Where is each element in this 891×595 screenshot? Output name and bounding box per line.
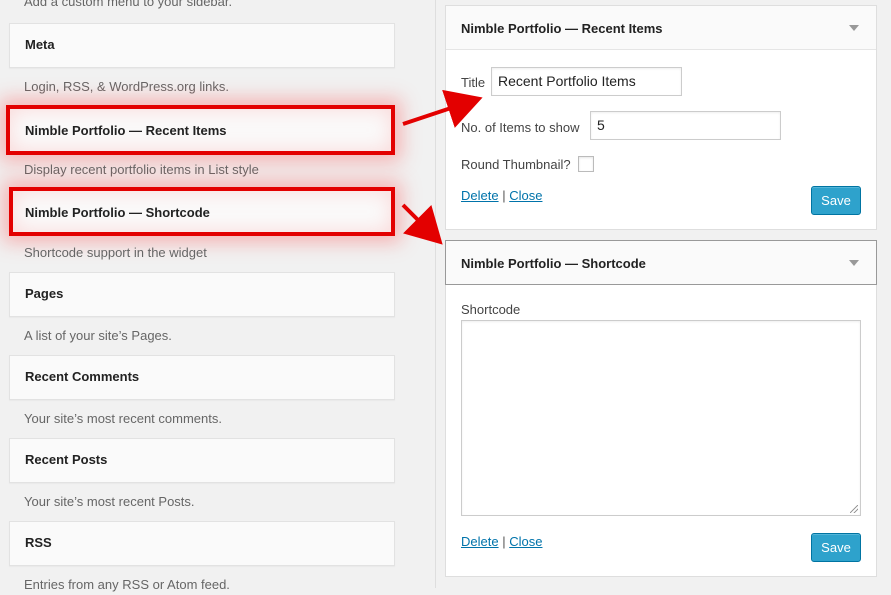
widget-title: Meta [25,37,55,52]
widget-title: RSS [25,535,52,550]
available-widget-recent-posts[interactable]: Recent Posts [9,438,395,483]
widget-description: Your site’s most recent Posts. [24,494,195,509]
round-thumbnail-label: Round Thumbnail? [461,157,571,172]
widget-description: Shortcode support in the widget [24,245,207,260]
menu-widget-description: Add a custom menu to your sidebar. [24,0,233,9]
widget-header[interactable]: Nimble Portfolio — Shortcode [445,240,877,285]
delete-link[interactable]: Delete [461,188,499,203]
widget-title: Nimble Portfolio — Recent Items [25,123,227,138]
title-input[interactable]: Recent Portfolio Items [491,67,682,96]
close-link[interactable]: Close [509,188,542,203]
available-widget-recent-comments[interactable]: Recent Comments [9,355,395,400]
delete-link[interactable]: Delete [461,534,499,549]
sidebar-widget-shortcode: Nimble Portfolio — Shortcode Shortcode D… [445,240,877,577]
widget-description: Entries from any RSS or Atom feed. [24,577,230,592]
available-widget-recent-items[interactable]: Nimble Portfolio — Recent Items [6,105,395,155]
widget-description: A list of your site’s Pages. [24,328,172,343]
save-button[interactable]: Save [811,533,861,562]
resize-handle-icon[interactable] [850,505,858,513]
widget-title: Nimble Portfolio — Shortcode [25,205,210,220]
widget-control-links: Delete | Close [461,188,542,203]
sidebar-widget-recent-items: Nimble Portfolio — Recent Items Title Re… [445,5,877,230]
link-separator: | [502,534,506,549]
shortcode-textarea[interactable] [461,320,861,516]
widget-description: Display recent portfolio items in List s… [24,162,259,177]
round-thumbnail-checkbox[interactable] [578,156,594,172]
collapse-arrow-icon[interactable] [849,25,859,31]
widget-header[interactable]: Nimble Portfolio — Recent Items [446,6,876,50]
widget-description: Login, RSS, & WordPress.org links. [24,79,229,94]
available-widget-pages[interactable]: Pages [9,272,395,317]
widget-title: Pages [25,286,64,301]
available-widget-meta[interactable]: Meta [9,23,395,68]
items-count-label: No. of Items to show [461,120,580,135]
widget-control-links: Delete | Close [461,534,542,549]
close-link[interactable]: Close [509,534,542,549]
widget-description: Your site’s most recent comments. [24,411,222,426]
widget-title: Recent Comments [25,369,140,384]
widget-title: Nimble Portfolio — Shortcode [461,256,646,271]
arrow-to-shortcode-icon [401,203,443,245]
items-count-input[interactable]: 5 [590,111,781,140]
collapse-arrow-icon[interactable] [849,260,859,266]
link-separator: | [502,188,506,203]
available-widget-rss[interactable]: RSS [9,521,395,566]
title-label: Title [461,75,486,90]
widget-title: Recent Posts [25,452,108,467]
save-button[interactable]: Save [811,186,861,215]
shortcode-label: Shortcode [461,302,521,317]
available-widget-shortcode[interactable]: Nimble Portfolio — Shortcode [9,187,395,236]
widget-title: Nimble Portfolio — Recent Items [461,21,663,36]
